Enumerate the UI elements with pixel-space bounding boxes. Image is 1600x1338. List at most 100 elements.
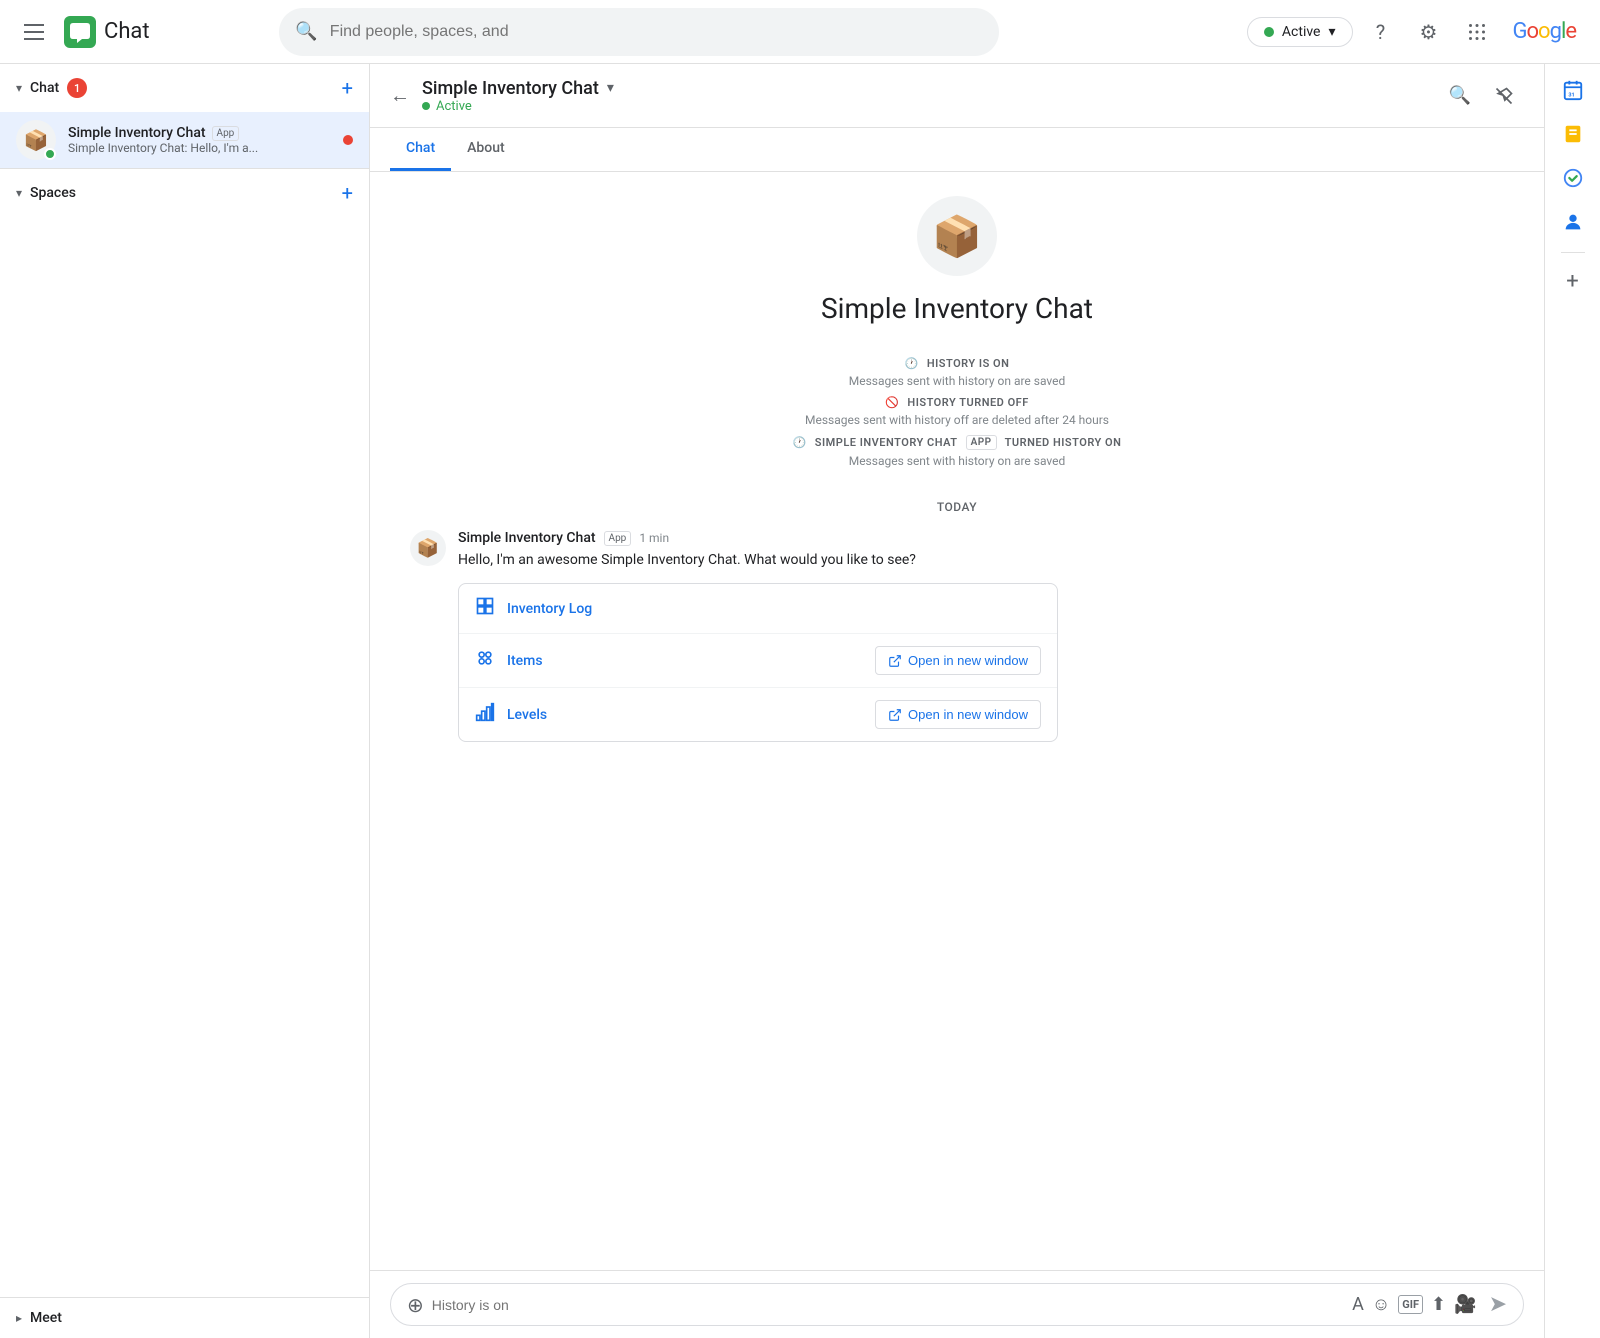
inventory-log-icon: [475, 596, 495, 621]
keep-icon: [1562, 123, 1584, 150]
right-sidebar-add[interactable]: +: [1553, 261, 1593, 301]
message-card: Inventory Log: [458, 583, 1058, 742]
status-label: Active: [1282, 24, 1321, 40]
search-icon: 🔍: [295, 21, 317, 42]
chat-add-button[interactable]: +: [342, 76, 353, 100]
chat-header-status-label: Active: [436, 99, 472, 114]
input-add-button[interactable]: ⊕: [407, 1293, 424, 1317]
format-text-button[interactable]: A: [1352, 1294, 1364, 1315]
chat-item-avatar: 📦: [16, 120, 56, 160]
message-text: Hello, I'm an awesome Simple Inventory C…: [458, 550, 1504, 571]
spaces-section: ▾ Spaces +: [0, 168, 369, 217]
items-open-label: Open in new window: [908, 653, 1028, 668]
right-sidebar-contacts[interactable]: [1553, 204, 1593, 244]
levels-open-new-window-button[interactable]: Open in new window: [875, 700, 1041, 729]
chat-item-simple-inventory[interactable]: 📦 Simple Inventory Chat App Simple Inven…: [0, 112, 369, 168]
history-on-event: 🕐 HISTORY IS ON Messages sent with histo…: [849, 357, 1066, 388]
history-off-sub: Messages sent with history off are delet…: [805, 413, 1109, 427]
help-button[interactable]: ?: [1361, 12, 1401, 52]
hamburger-menu[interactable]: [16, 16, 52, 48]
history-clock-icon: 🕐: [905, 357, 919, 370]
gif-button[interactable]: GIF: [1398, 1295, 1423, 1314]
card-row-levels: Levels Open in new window: [459, 688, 1057, 741]
history-on-title: HISTORY IS ON: [927, 357, 1010, 370]
spaces-add-button[interactable]: +: [342, 181, 353, 205]
meet-section-title: ▸ Meet: [16, 1310, 62, 1326]
meet-section: ▸ Meet: [0, 1297, 369, 1338]
message-input[interactable]: [432, 1297, 1344, 1313]
message-app-badge: App: [604, 531, 632, 546]
inventory-log-link[interactable]: Inventory Log: [507, 601, 592, 617]
history-on-sub: Messages sent with history on are saved: [849, 374, 1066, 388]
app-logo: Chat: [64, 16, 150, 48]
search-bar[interactable]: 🔍: [279, 8, 999, 56]
send-button[interactable]: ➤: [1489, 1292, 1507, 1317]
history-off-title-row: 🚫 HISTORY TURNED OFF: [885, 396, 1029, 409]
add-icon: +: [1566, 269, 1578, 294]
items-open-new-window-button[interactable]: Open in new window: [875, 646, 1041, 675]
chat-logo-icon: [64, 16, 96, 48]
chat-section-title: ▾ Chat 1: [16, 78, 87, 98]
spaces-chevron-icon: ▾: [16, 186, 22, 200]
history-on2-app-badge: APP: [966, 435, 997, 450]
chat-item-preview: Simple Inventory Chat: Hello, I'm a...: [68, 141, 331, 155]
history-off-title: HISTORY TURNED OFF: [907, 396, 1028, 409]
svg-text:31: 31: [1568, 92, 1574, 98]
right-panel: ← Simple Inventory Chat ▾ Active 🔍: [370, 64, 1600, 1338]
message-avatar: 📦: [410, 530, 446, 566]
history-on2-title-row: 🕐 SIMPLE INVENTORY CHAT APP TURNED HISTO…: [793, 435, 1122, 450]
chat-header-name: Simple Inventory Chat: [422, 78, 599, 99]
header-search-button[interactable]: 🔍: [1440, 76, 1480, 116]
tasks-icon: [1562, 167, 1584, 194]
header-pin-button[interactable]: [1484, 76, 1524, 116]
app-name-label: Chat: [104, 19, 150, 44]
emoji-button[interactable]: ☺: [1372, 1294, 1390, 1315]
video-button[interactable]: 🎥: [1454, 1294, 1476, 1315]
sidebar: ▾ Chat 1 + 📦 Simple Inventory Chat App S…: [0, 64, 370, 1338]
tab-chat[interactable]: Chat: [390, 128, 451, 171]
items-link[interactable]: Items: [507, 653, 543, 669]
levels-icon: [475, 702, 495, 727]
right-sidebar-keep[interactable]: [1553, 116, 1593, 156]
tabs: Chat About: [370, 128, 1544, 172]
spaces-section-header[interactable]: ▾ Spaces +: [0, 169, 369, 217]
status-button[interactable]: Active ▾: [1247, 17, 1353, 47]
calendar-icon: 31: [1562, 79, 1584, 106]
right-sidebar: 31: [1544, 64, 1600, 1338]
bot-avatar-large: 📦: [917, 196, 997, 276]
header-actions: 🔍: [1440, 76, 1524, 116]
chat-section-header[interactable]: ▾ Chat 1 +: [0, 64, 369, 112]
items-icon: [475, 648, 495, 673]
chat-area: ← Simple Inventory Chat ▾ Active 🔍: [370, 64, 1544, 1338]
levels-link[interactable]: Levels: [507, 707, 547, 723]
chat-header-info: Simple Inventory Chat ▾ Active: [422, 78, 1428, 114]
right-sidebar-calendar[interactable]: 31: [1553, 72, 1593, 112]
meet-section-header[interactable]: ▸ Meet: [0, 1298, 369, 1338]
search-input[interactable]: [330, 23, 984, 41]
message-row: 📦 Simple Inventory Chat App 1 min Hello,…: [410, 530, 1504, 742]
chat-header-chevron-icon[interactable]: ▾: [607, 80, 614, 96]
history-off-icon: 🚫: [885, 396, 899, 409]
chat-header-status: Active: [422, 99, 1428, 114]
message-content: Simple Inventory Chat App 1 min Hello, I…: [458, 530, 1504, 742]
upload-button[interactable]: ⬆: [1431, 1294, 1446, 1315]
status-chevron-icon: ▾: [1328, 24, 1335, 40]
input-row: ⊕ A ☺ GIF ⬆ 🎥 ➤: [390, 1283, 1524, 1326]
settings-button[interactable]: ⚙: [1409, 12, 1449, 52]
card-row-items-left: Items: [475, 648, 543, 673]
apps-button[interactable]: [1457, 12, 1497, 52]
history-on2-rest: TURNED HISTORY ON: [1005, 436, 1122, 449]
meet-section-label: Meet: [30, 1310, 62, 1326]
right-sidebar-divider: [1561, 252, 1585, 253]
tab-about[interactable]: About: [451, 128, 521, 171]
contacts-icon: [1562, 211, 1584, 238]
history-on2-sub: Messages sent with history on are saved: [849, 454, 1066, 468]
back-button[interactable]: ←: [390, 83, 410, 108]
message-header-row: Simple Inventory Chat App 1 min: [458, 530, 1504, 546]
message-sender: Simple Inventory Chat: [458, 530, 596, 546]
right-sidebar-tasks[interactable]: [1553, 160, 1593, 200]
spaces-section-label: Spaces: [30, 185, 76, 201]
chat-section-label: Chat: [30, 80, 59, 96]
history-events: 🕐 HISTORY IS ON Messages sent with histo…: [410, 357, 1504, 468]
spaces-section-title: ▾ Spaces: [16, 185, 76, 201]
